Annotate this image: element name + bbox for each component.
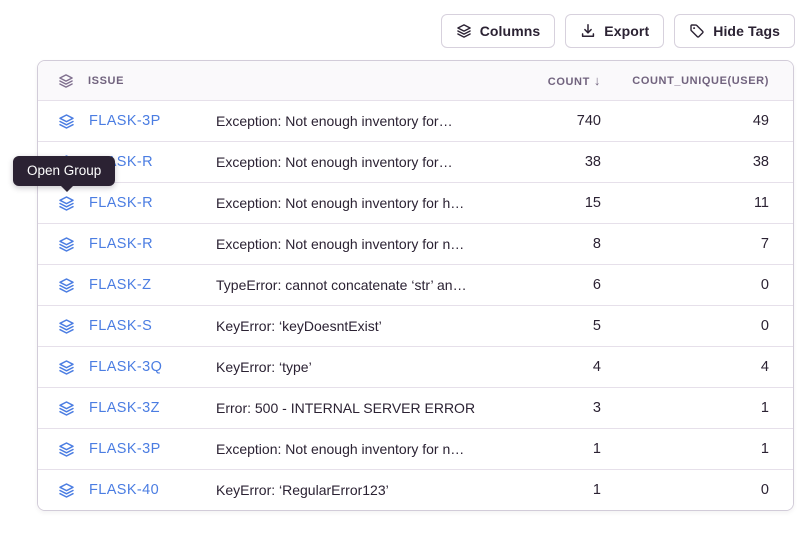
issue-link[interactable]: FLASK-Z <box>89 277 151 293</box>
count-unique-value: 7 <box>601 236 769 252</box>
open-group-layers-icon[interactable] <box>58 236 75 253</box>
layers-icon <box>58 73 74 89</box>
open-group-layers-icon[interactable] <box>58 482 75 499</box>
issue-message: Exception: Not enough inventory for… <box>216 113 511 129</box>
issue-cell: FLASK-3P <box>38 441 216 458</box>
open-group-layers-icon[interactable] <box>58 195 75 212</box>
count-value: 38 <box>511 154 601 170</box>
column-header-issue-label: ISSUE <box>88 75 124 87</box>
table-row[interactable]: FLASK-R Exception: Not enough inventory … <box>38 182 793 223</box>
table-row[interactable]: FLASK-3P Exception: Not enough inventory… <box>38 428 793 469</box>
column-header-count-unique[interactable]: COUNT_UNIQUE(USER) <box>601 75 769 87</box>
table-row[interactable]: FLASK-Z TypeError: cannot concatenate ‘s… <box>38 264 793 305</box>
issue-cell: FLASK-R <box>38 236 216 253</box>
table-row[interactable]: FLASK-3Z Error: 500 - INTERNAL SERVER ER… <box>38 387 793 428</box>
count-unique-value: 1 <box>601 400 769 416</box>
open-group-layers-icon[interactable] <box>58 277 75 294</box>
open-group-tooltip-label: Open Group <box>27 163 101 178</box>
issue-cell: FLASK-3Z <box>38 400 216 417</box>
issue-cell: FLASK-3Q <box>38 359 216 376</box>
column-header-count[interactable]: COUNT ↓ <box>511 73 601 88</box>
count-value: 3 <box>511 400 601 416</box>
issue-link[interactable]: FLASK-R <box>89 195 153 211</box>
column-header-issue[interactable]: ISSUE <box>38 73 216 89</box>
issue-message: TypeError: cannot concatenate ‘str’ an… <box>216 277 511 293</box>
open-group-layers-icon[interactable] <box>58 113 75 130</box>
issue-message: KeyError: ‘RegularError123’ <box>216 482 511 498</box>
count-unique-value: 0 <box>601 482 769 498</box>
table-row[interactable]: FLASK-R Exception: Not enough inventory … <box>38 223 793 264</box>
count-value: 740 <box>511 113 601 129</box>
issue-link[interactable]: FLASK-3P <box>89 113 161 129</box>
count-unique-value: 0 <box>601 318 769 334</box>
issue-link[interactable]: FLASK-3Z <box>89 400 160 416</box>
issue-cell: FLASK-3P <box>38 113 216 130</box>
table-row[interactable]: FLASK-3P Exception: Not enough inventory… <box>38 100 793 141</box>
table-body: FLASK-3P Exception: Not enough inventory… <box>38 100 793 510</box>
count-value: 15 <box>511 195 601 211</box>
issue-link[interactable]: FLASK-40 <box>89 482 159 498</box>
layers-icon <box>456 23 472 39</box>
open-group-tooltip: Open Group <box>13 156 115 186</box>
open-group-layers-icon[interactable] <box>58 400 75 417</box>
issue-message: KeyError: ‘type’ <box>216 359 511 375</box>
count-unique-value: 4 <box>601 359 769 375</box>
open-group-layers-icon[interactable] <box>58 359 75 376</box>
issue-link[interactable]: FLASK-3Q <box>89 359 162 375</box>
issue-message: Exception: Not enough inventory for h… <box>216 195 511 211</box>
table-row[interactable]: FLASK-R Exception: Not enough inventory … <box>38 141 793 182</box>
hide-tags-button-label: Hide Tags <box>713 23 780 39</box>
table-header-row: ISSUE COUNT ↓ COUNT_UNIQUE(USER) <box>38 61 793 100</box>
issue-link[interactable]: FLASK-S <box>89 318 152 334</box>
toolbar: Columns Export Hide Tags <box>441 14 795 48</box>
issue-link[interactable]: FLASK-R <box>89 236 153 252</box>
issue-cell: FLASK-R <box>38 195 216 212</box>
issue-message: Exception: Not enough inventory for n… <box>216 236 511 252</box>
hide-tags-button[interactable]: Hide Tags <box>674 14 795 48</box>
issue-message: Exception: Not enough inventory for… <box>216 154 511 170</box>
tag-icon <box>689 23 705 39</box>
table-row[interactable]: FLASK-40 KeyError: ‘RegularError123’ 1 0 <box>38 469 793 510</box>
count-value: 1 <box>511 441 601 457</box>
count-unique-value: 11 <box>601 195 769 211</box>
open-group-layers-icon[interactable] <box>58 318 75 335</box>
count-unique-value: 0 <box>601 277 769 293</box>
export-button[interactable]: Export <box>565 14 664 48</box>
issues-table: ISSUE COUNT ↓ COUNT_UNIQUE(USER) FLASK-3P… <box>37 60 794 511</box>
table-row[interactable]: FLASK-S KeyError: ‘keyDoesntExist’ 5 0 <box>38 305 793 346</box>
issue-link[interactable]: FLASK-3P <box>89 441 161 457</box>
download-icon <box>580 23 596 39</box>
table-row[interactable]: FLASK-3Q KeyError: ‘type’ 4 4 <box>38 346 793 387</box>
column-header-count-unique-label: COUNT_UNIQUE(USER) <box>632 75 769 87</box>
issue-cell: FLASK-40 <box>38 482 216 499</box>
issue-message: Exception: Not enough inventory for n… <box>216 441 511 457</box>
count-value: 5 <box>511 318 601 334</box>
count-unique-value: 49 <box>601 113 769 129</box>
issue-message: Error: 500 - INTERNAL SERVER ERROR <box>216 400 511 416</box>
issue-cell: FLASK-S <box>38 318 216 335</box>
count-value: 6 <box>511 277 601 293</box>
issue-message: KeyError: ‘keyDoesntExist’ <box>216 318 511 334</box>
columns-button[interactable]: Columns <box>441 14 556 48</box>
count-unique-value: 1 <box>601 441 769 457</box>
column-header-count-label: COUNT <box>548 76 590 88</box>
issue-cell: FLASK-Z <box>38 277 216 294</box>
export-button-label: Export <box>604 23 649 39</box>
sort-desc-arrow-icon: ↓ <box>594 73 601 88</box>
count-value: 4 <box>511 359 601 375</box>
count-value: 1 <box>511 482 601 498</box>
count-unique-value: 38 <box>601 154 769 170</box>
count-value: 8 <box>511 236 601 252</box>
open-group-layers-icon[interactable] <box>58 441 75 458</box>
columns-button-label: Columns <box>480 23 541 39</box>
